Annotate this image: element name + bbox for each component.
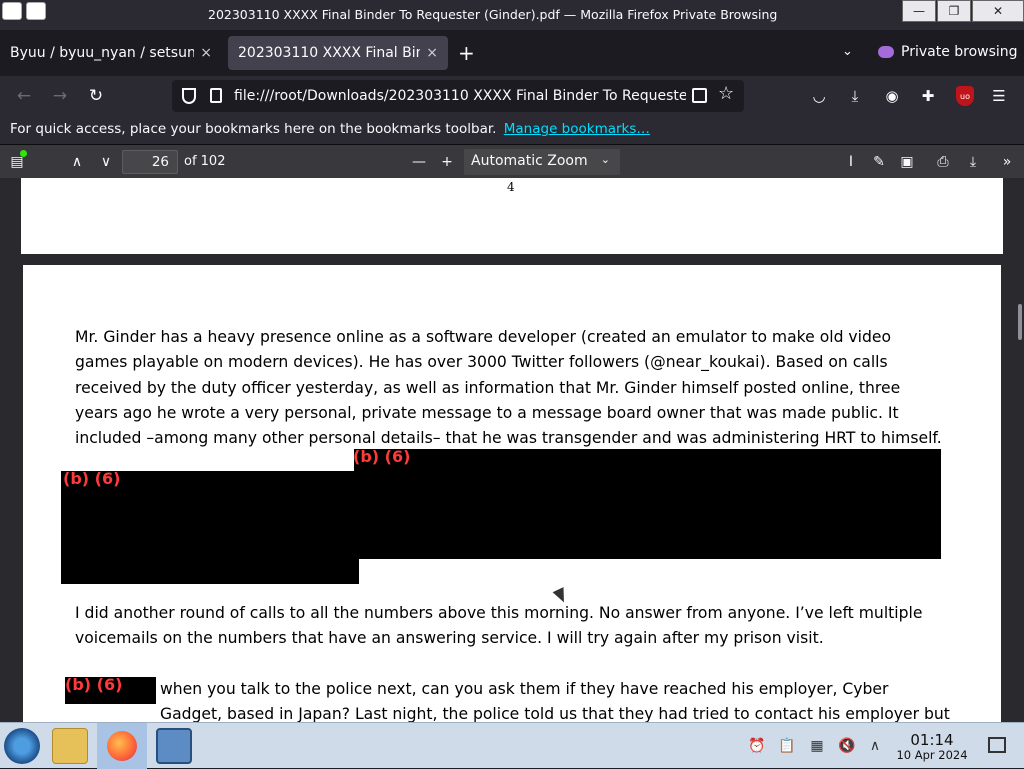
zoom-in-icon[interactable]: + [436, 152, 458, 172]
tray-expand-chevron-icon[interactable]: ∧ [866, 737, 884, 755]
system-monitor-icon[interactable] [156, 728, 192, 764]
navigation-toolbar: ← → ↻ file:///root/Downloads/202303110 X… [0, 76, 1024, 116]
ublock-origin-icon[interactable]: uo [956, 86, 974, 106]
start-menu-icon[interactable] [4, 728, 40, 764]
manage-bookmarks-link[interactable]: Manage bookmarks… [504, 121, 650, 137]
zoom-out-icon[interactable]: — [408, 152, 430, 172]
show-desktop-icon[interactable] [988, 737, 1006, 753]
hamburger-menu-icon[interactable]: ☰ [988, 85, 1010, 107]
private-mask-icon [878, 46, 894, 58]
pdf-viewer[interactable]: 4 Mr. Ginder has a heavy presence online… [0, 178, 1024, 722]
volume-muted-icon[interactable]: 🔇 [838, 737, 856, 755]
page-footer-number: 4 [507, 180, 515, 194]
tab-pdf[interactable]: 202303110 XXXX Final Binder × [228, 36, 448, 70]
pdf-page-current: Mr. Ginder has a heavy presence online a… [23, 265, 1001, 722]
zoom-value: Automatic Zoom [471, 153, 588, 169]
save-download-icon[interactable]: ⤓ [962, 152, 984, 172]
clipboard-icon[interactable]: 📋 [778, 737, 796, 755]
taskbar: ⏰ 📋 ▦ 🔇 ∧ 01:14 10 Apr 2024 [0, 722, 1024, 769]
draw-pen-icon[interactable]: ✎ [868, 152, 890, 172]
extensions-icon[interactable]: ✚ [917, 85, 939, 107]
reader-view-icon[interactable] [692, 88, 707, 103]
account-icon[interactable]: ◉ [881, 85, 903, 107]
paragraph-calls: I did another round of calls to all the … [75, 604, 923, 648]
page-info-icon[interactable] [210, 88, 222, 103]
forward-arrow-icon[interactable]: → [49, 85, 71, 107]
redaction-exemption-label: (b) (6) [65, 675, 123, 694]
print-icon[interactable]: ⎙ [932, 152, 954, 172]
url-text[interactable]: file:///root/Downloads/202303110 XXXX Fi… [234, 88, 686, 104]
system-menu-icon[interactable] [26, 2, 46, 20]
maximize-icon[interactable]: ❐ [937, 0, 971, 22]
previous-page-chevron-icon[interactable]: ∧ [66, 152, 88, 172]
paragraph-police: when you talk to the police next, can yo… [160, 680, 950, 722]
reload-icon[interactable]: ↻ [85, 85, 107, 107]
pdf-page-previous: 4 [21, 178, 1003, 254]
notes-icon[interactable]: ▦ [808, 737, 826, 755]
bookmarks-toolbar: For quick access, place your bookmarks h… [0, 116, 1024, 144]
minimize-icon[interactable]: — [902, 0, 936, 22]
firefox-menu-icon[interactable] [2, 2, 22, 20]
alarm-icon[interactable]: ⏰ [748, 737, 766, 755]
page-count: of 102 [184, 154, 226, 169]
downloads-icon[interactable]: ⤓ [844, 85, 866, 107]
window-controls: — ❐ ✕ [901, 0, 1024, 22]
text-select-icon[interactable]: I [840, 152, 862, 172]
bookmark-star-icon[interactable]: ☆ [718, 83, 734, 104]
redaction-exemption-label: (b) (6) [63, 469, 121, 488]
window-title: 202303110 XXXX Final Binder To Requester… [208, 7, 778, 22]
page-number-input[interactable]: 26 [122, 150, 178, 174]
tab-label: Byuu / byuu_nyan / setsuna [10, 45, 195, 61]
list-all-tabs-chevron-icon[interactable]: ⌄ [842, 44, 853, 59]
viewer-scrollbar-thumb[interactable] [1018, 304, 1022, 340]
bookmarks-hint: For quick access, place your bookmarks h… [10, 121, 497, 137]
tab-label: 202303110 XXXX Final Binder [238, 45, 421, 61]
private-browsing-indicator: Private browsing [878, 44, 1018, 60]
zoom-select[interactable]: Automatic Zoom ⌄ [464, 149, 620, 175]
redaction-block [61, 449, 941, 584]
pdf-toolbar: ▤ ∧ ∨ 26 of 102 — + Automatic Zoom ⌄ I ✎… [0, 144, 1024, 178]
new-tab-button[interactable]: + [458, 41, 475, 65]
firefox-taskbar-icon[interactable] [97, 723, 147, 769]
file-manager-icon[interactable] [52, 728, 88, 764]
url-bar[interactable]: file:///root/Downloads/202303110 XXXX Fi… [172, 80, 744, 112]
pocket-icon[interactable]: ◡ [808, 85, 830, 107]
tab-close-icon[interactable]: × [426, 45, 438, 61]
close-icon[interactable]: ✕ [972, 0, 1024, 22]
tab-strip: Byuu / byuu_nyan / setsuna × 202303110 X… [0, 30, 1024, 76]
sidebar-notification-dot [20, 150, 27, 157]
tracking-protection-shield-icon[interactable] [182, 88, 196, 104]
clock-time: 01:14 [910, 731, 954, 749]
tools-menu-icon[interactable]: » [996, 152, 1018, 172]
next-page-chevron-icon[interactable]: ∨ [95, 152, 117, 172]
back-arrow-icon[interactable]: ← [13, 85, 35, 107]
add-image-icon[interactable]: ▣ [896, 152, 918, 172]
clock-date: 10 Apr 2024 [896, 748, 968, 762]
clock[interactable]: 01:14 10 Apr 2024 [892, 732, 972, 762]
titlebar-app-icons [0, 2, 46, 20]
chevron-down-icon: ⌄ [600, 153, 610, 166]
tab-close-icon[interactable]: × [200, 45, 212, 61]
private-browsing-label: Private browsing [901, 44, 1018, 60]
tab-byuu[interactable]: Byuu / byuu_nyan / setsuna × [0, 36, 222, 70]
redaction-exemption-label: (b) (6) [353, 447, 411, 466]
window-titlebar: 202303110 XXXX Final Binder To Requester… [0, 0, 1024, 30]
